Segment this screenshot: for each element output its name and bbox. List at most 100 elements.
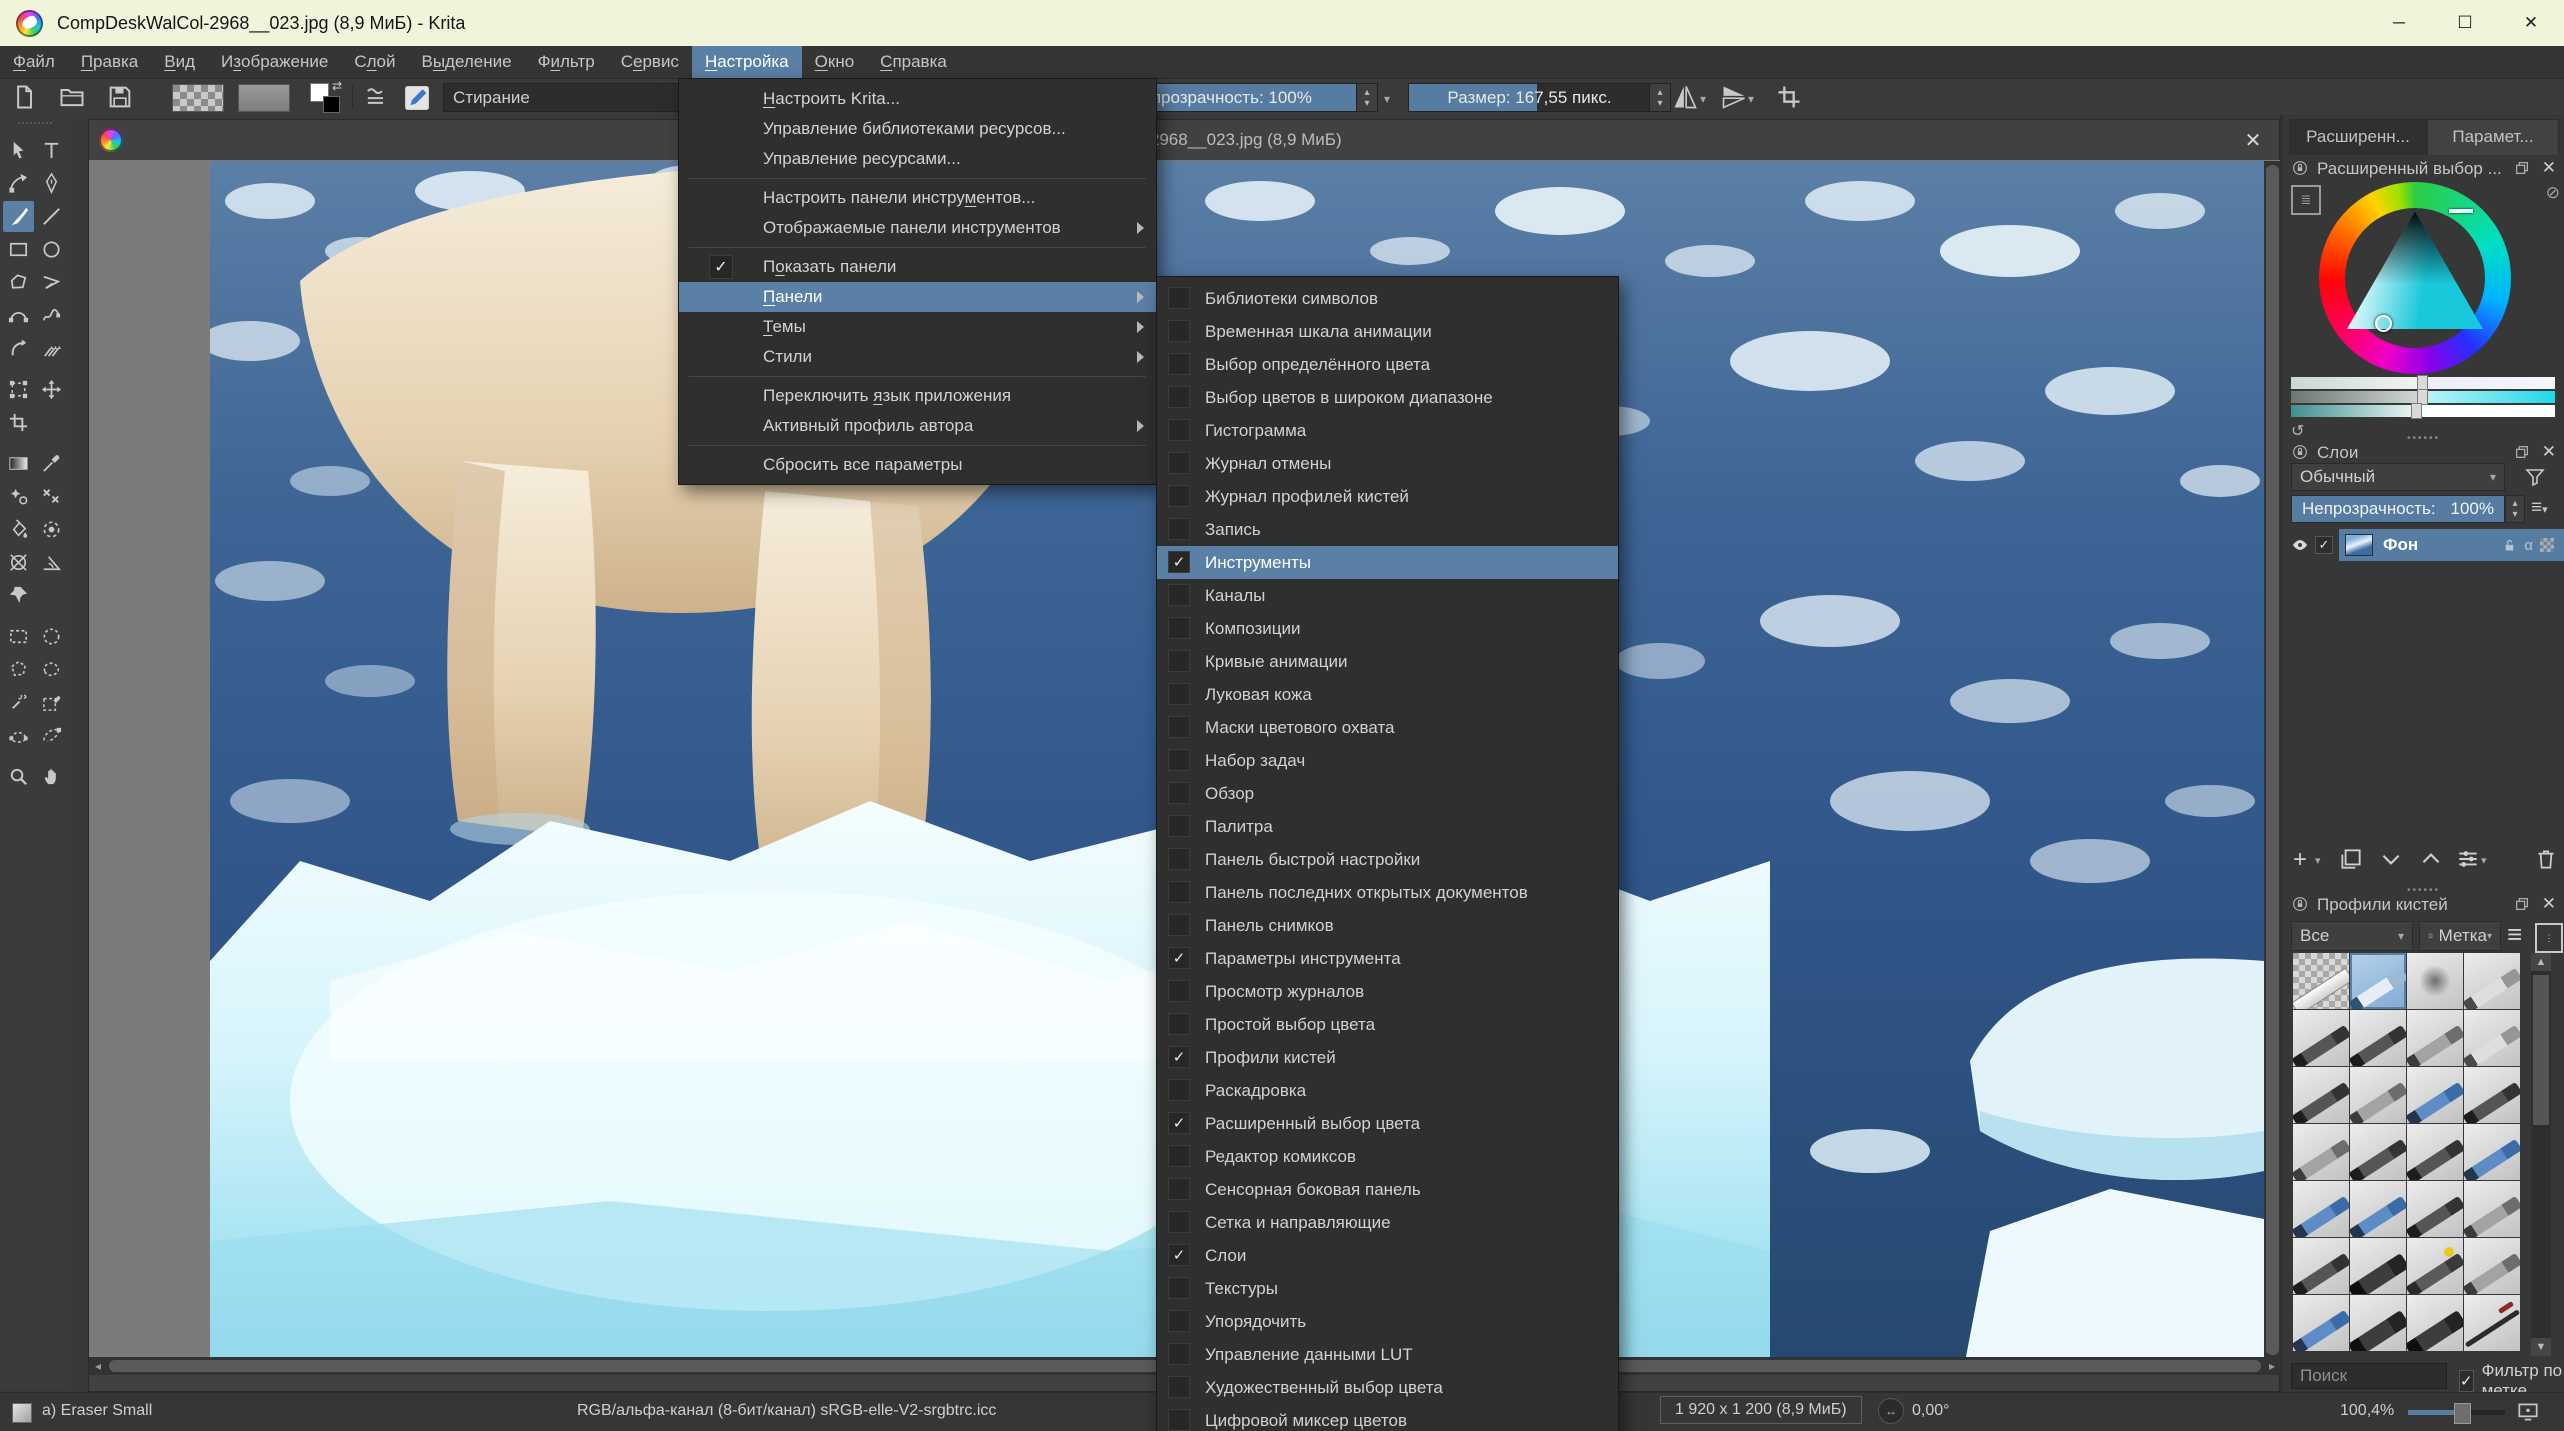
docker-toggle-Гистограмма[interactable]: Гистограмма xyxy=(1157,414,1618,447)
layer-name[interactable]: Фон xyxy=(2383,535,2418,555)
brush-preset-pen-gray[interactable] xyxy=(2464,1238,2520,1294)
zoom-slider-thumb[interactable] xyxy=(2454,1403,2471,1424)
tool-select-bezier-icon[interactable] xyxy=(3,720,34,751)
tool-multibrush-icon[interactable] xyxy=(36,333,67,364)
swap-colors-icon[interactable]: ⇄ xyxy=(332,79,342,93)
slider-handle[interactable] xyxy=(2411,403,2422,419)
menu-item-Стили[interactable]: Стили xyxy=(679,342,1156,372)
docker-toggle-Выбор цветов в широком диапазоне[interactable]: Выбор цветов в широком диапазоне xyxy=(1157,381,1618,414)
tool-polygon-icon[interactable] xyxy=(3,267,34,298)
menu-item-Отображаемые панели инструментов[interactable]: Отображаемые панели инструментов xyxy=(679,213,1156,243)
scroll-right-icon[interactable]: ▸ xyxy=(2263,1359,2281,1373)
docker-toggle-Сенсорная боковая панель[interactable]: Сенсорная боковая панель xyxy=(1157,1173,1618,1206)
filter-by-tag-checkbox[interactable]: ✓ xyxy=(2459,1370,2474,1392)
brush-preset-chooser-icon[interactable] xyxy=(402,83,432,113)
menubar-item-Правка[interactable]: Правка xyxy=(68,46,151,78)
tool-rectangle-icon[interactable] xyxy=(3,234,34,265)
docker-toggle-Выбор определённого цвета[interactable]: Выбор определённого цвета xyxy=(1157,348,1618,381)
move-layer-up-icon[interactable] xyxy=(2418,846,2444,872)
float-docker-icon[interactable] xyxy=(2514,444,2530,460)
tag-button[interactable]: Метка▾ xyxy=(2419,921,2501,951)
menu-item-Управление библиотеками ресурсов...[interactable]: Управление библиотеками ресурсов... xyxy=(679,114,1156,144)
menu-item-Управление ресурсами...[interactable]: Управление ресурсами... xyxy=(679,144,1156,174)
gradient-chooser[interactable] xyxy=(238,84,290,112)
duplicate-layer-icon[interactable] xyxy=(2338,846,2364,872)
brush-preset-marker-dark[interactable] xyxy=(2350,1238,2406,1294)
mirror-vertical-dropdown-icon[interactable]: ▾ xyxy=(1700,92,1706,106)
docker-toggle-Панель последних открытых документов[interactable]: Панель последних открытых документов xyxy=(1157,876,1618,909)
layer-row[interactable]: ✓ Фон α xyxy=(2283,529,2564,561)
fit-to-screen-icon[interactable] xyxy=(2515,1399,2541,1425)
tool-smart-patch-icon[interactable] xyxy=(3,481,34,512)
layer-opacity-slider[interactable]: Непрозрачность: 100% xyxy=(2291,495,2505,523)
brush-preset-eraser-checker[interactable] xyxy=(2293,953,2349,1009)
brush-preset-marker-blue[interactable] xyxy=(2407,1067,2463,1123)
docker-toggle-Журнал профилей кистей[interactable]: Журнал профилей кистей xyxy=(1157,480,1618,513)
opacity-dropdown-icon[interactable]: ▾ xyxy=(1384,92,1390,106)
tool-edit-shapes-icon[interactable] xyxy=(3,168,34,199)
close-button[interactable]: ✕ xyxy=(2498,0,2564,46)
docker-toggle-Временная шкала анимации[interactable]: Временная шкала анимации xyxy=(1157,315,1618,348)
tool-select-similar-icon[interactable] xyxy=(36,687,67,718)
save-icon[interactable] xyxy=(106,83,134,111)
presets-scroll-up-icon[interactable]: ▲ xyxy=(2531,953,2551,971)
brush-preset-marker-blue[interactable] xyxy=(2293,1295,2349,1351)
tool-select-ellipse-icon[interactable] xyxy=(36,621,67,652)
brush-preset-pen-gray[interactable] xyxy=(2293,1124,2349,1180)
gamut-mask-off-icon[interactable]: ⊘ xyxy=(2546,183,2560,203)
vscroll-thumb[interactable] xyxy=(2266,165,2279,1355)
menu-item-Показать панели[interactable]: ✓Показать панели xyxy=(679,252,1156,282)
tool-reference-images-icon[interactable] xyxy=(3,547,34,578)
brush-preset-marker-dark[interactable] xyxy=(2350,1295,2406,1351)
brush-preset-marker-blue[interactable] xyxy=(2464,1124,2520,1180)
selector-shape-icon[interactable]: ≣ xyxy=(2291,185,2321,215)
tool-enclose-fill-icon[interactable] xyxy=(36,514,67,545)
tool-crop-icon[interactable] xyxy=(3,407,34,438)
canvas-rotation-icon[interactable]: ↔ xyxy=(1878,1398,1904,1424)
docker-toggle-Просмотр журналов[interactable]: Просмотр журналов xyxy=(1157,975,1618,1008)
menubar-item-Справка[interactable]: Справка xyxy=(867,46,960,78)
mirror-vertical-icon[interactable] xyxy=(1671,83,1699,111)
menubar-item-Сервис[interactable]: Сервис xyxy=(608,46,692,78)
mirror-horizontal-icon[interactable] xyxy=(1720,83,1748,111)
current-brush-icon[interactable] xyxy=(12,1403,32,1423)
brush-preset-pen-dark[interactable] xyxy=(2407,1181,2463,1237)
brush-preset-pen-dark[interactable] xyxy=(2293,1010,2349,1066)
preset-search-input[interactable]: Поиск xyxy=(2291,1363,2447,1389)
menu-item-Сбросить все параметры[interactable]: Сбросить все параметры xyxy=(679,450,1156,480)
brush-preset-pen-dark[interactable] xyxy=(2350,1010,2406,1066)
tool-zoom-icon[interactable] xyxy=(3,761,34,792)
docker-toggle-Расширенный выбор цвета[interactable]: ✓Расширенный выбор цвета xyxy=(1157,1107,1618,1140)
brush-preset-eraser-selected-selected[interactable] xyxy=(2350,953,2406,1009)
docker-toggle-Библиотеки символов[interactable]: Библиотеки символов xyxy=(1157,282,1618,315)
menu-item-Переключить язык приложения[interactable]: Переключить язык приложения xyxy=(679,381,1156,411)
toolbox-drag-handle[interactable] xyxy=(18,122,52,132)
menubar-item-Окно[interactable]: Окно xyxy=(802,46,868,78)
docker-toggle-Цифровой миксер цветов[interactable]: Цифровой миксер цветов xyxy=(1157,1404,1618,1431)
brush-preset-pen-gray[interactable] xyxy=(2464,1181,2520,1237)
background-color[interactable] xyxy=(323,96,340,113)
brush-settings-icon[interactable] xyxy=(362,83,390,111)
blend-mode-select[interactable]: Обычный▾ xyxy=(2291,463,2505,491)
tool-select-magnetic-icon[interactable] xyxy=(36,720,67,751)
brush-preset-marker-blue[interactable] xyxy=(2350,1181,2406,1237)
tool-select-rect-icon[interactable] xyxy=(3,621,34,652)
docker-toggle-Сетка и направляющие[interactable]: Сетка и направляющие xyxy=(1157,1206,1618,1239)
properties-dropdown-icon[interactable]: ▾ xyxy=(2481,854,2507,880)
menu-item-Темы[interactable]: Темы xyxy=(679,312,1156,342)
close-docker-icon[interactable]: ✕ xyxy=(2542,894,2556,914)
subwindow-close-icon[interactable]: ✕ xyxy=(2239,126,2267,154)
docker-toggle-Параметры инструмента[interactable]: ✓Параметры инструмента xyxy=(1157,942,1618,975)
tool-assistants-icon[interactable] xyxy=(3,580,34,611)
layer-opacity-spinner[interactable]: ▴▾ xyxy=(2505,495,2525,523)
brush-preset-pen-gray[interactable] xyxy=(2407,1010,2463,1066)
brush-preset-pen-dark[interactable] xyxy=(2293,1238,2349,1294)
close-docker-icon[interactable]: ✕ xyxy=(2542,442,2556,462)
lock-icon[interactable] xyxy=(2291,443,2309,461)
menubar-item-Слой[interactable]: Слой xyxy=(341,46,408,78)
zoom-slider[interactable] xyxy=(2408,1410,2505,1415)
tab-tool-options[interactable]: Парамет... xyxy=(2427,119,2559,155)
menubar-item-Фильтр[interactable]: Фильтр xyxy=(525,46,608,78)
docker-toggle-Кривые анимации[interactable]: Кривые анимации xyxy=(1157,645,1618,678)
menubar-item-Изображение[interactable]: Изображение xyxy=(208,46,341,78)
